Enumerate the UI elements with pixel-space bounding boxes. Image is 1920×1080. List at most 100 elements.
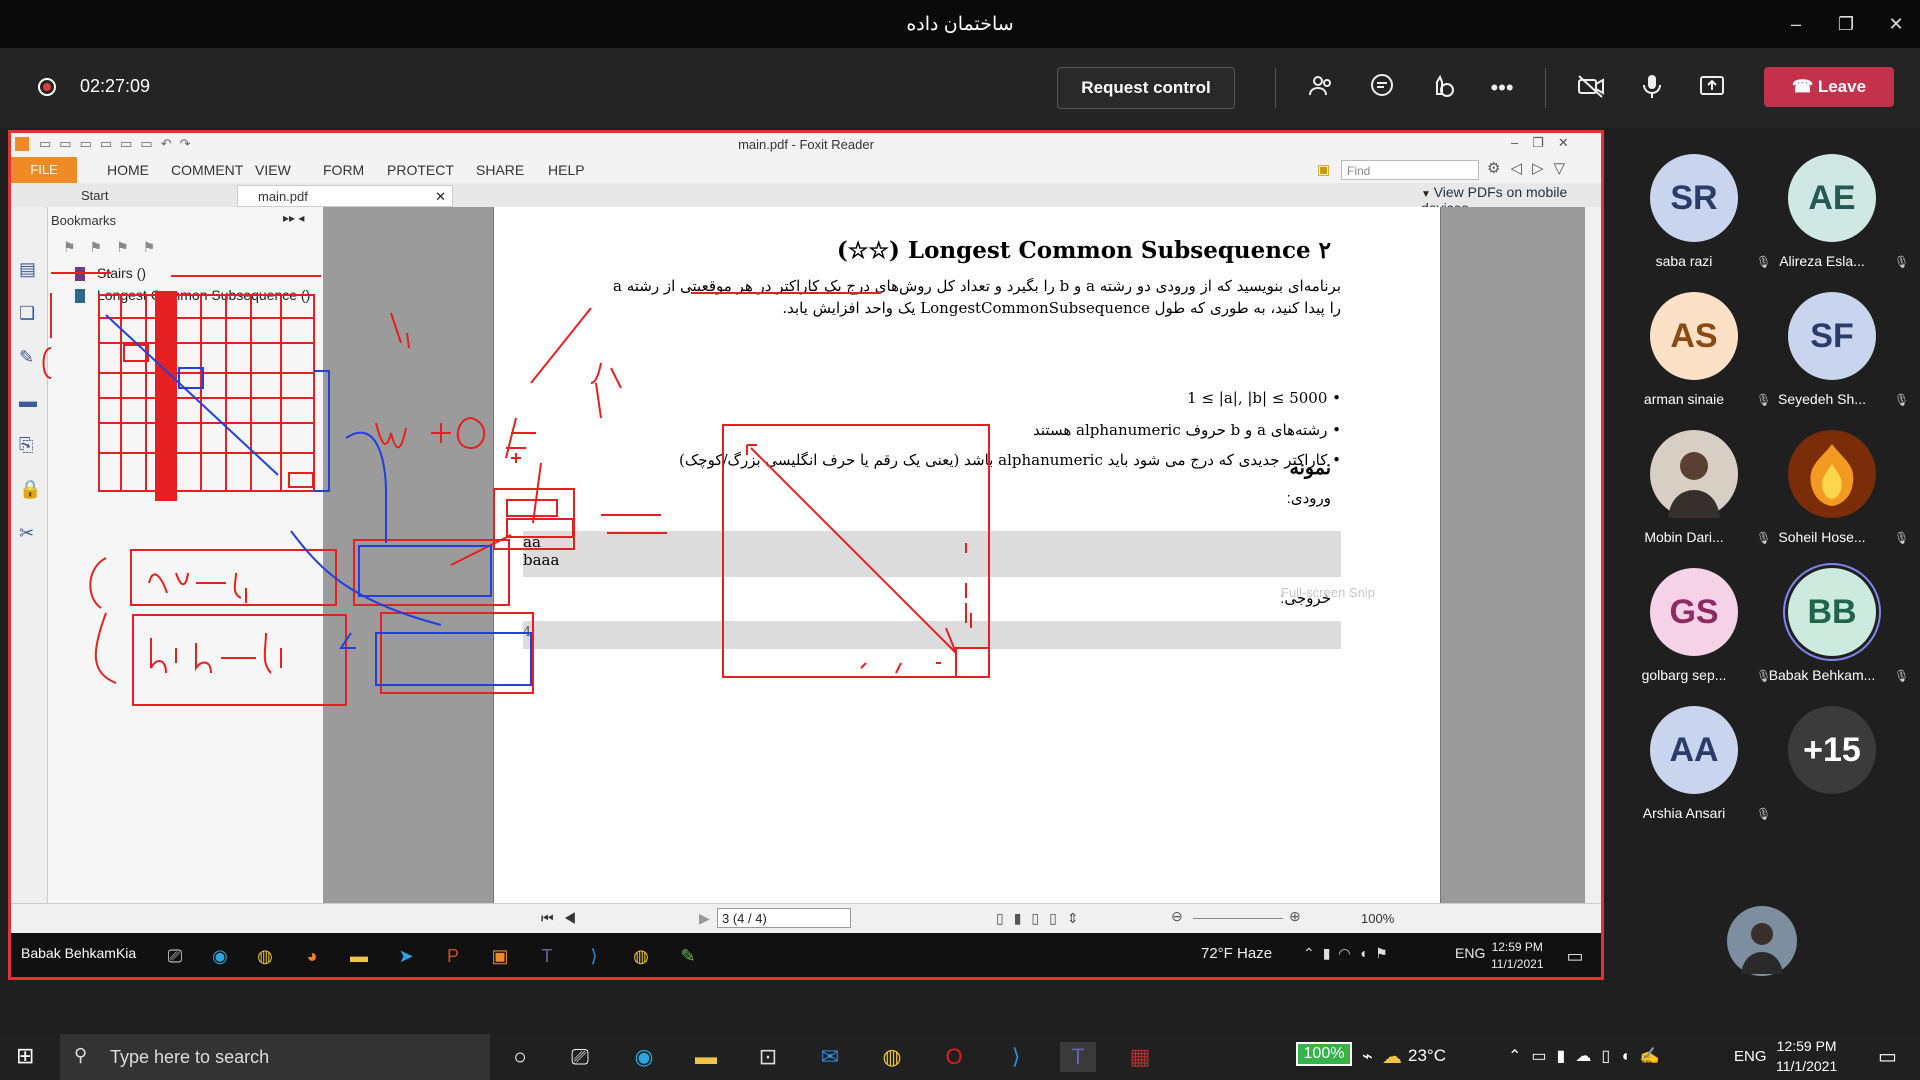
avatar: +15 — [1788, 706, 1876, 794]
participants-icon[interactable] — [1305, 72, 1337, 104]
ink-highlight-column — [155, 291, 177, 501]
plug-icon: ⌁ — [1362, 1046, 1373, 1066]
system-tray-icons[interactable]: ⌃▮◠◖⚑ — [1303, 945, 1396, 962]
ink-annotations — [42, 272, 990, 706]
self-avatar[interactable] — [1727, 906, 1797, 976]
share-screen-icon[interactable] — [1696, 72, 1728, 104]
ink-diagonal — [105, 314, 279, 476]
notepad-icon[interactable]: ✎ — [674, 943, 702, 969]
page-number-input[interactable]: 3 (4 / 4) — [717, 908, 851, 928]
edge-icon[interactable]: ◉ — [206, 943, 234, 969]
battery-indicator[interactable]: 100% — [1296, 1042, 1352, 1066]
phone-icon: ☎ — [1791, 77, 1818, 96]
divider — [1275, 68, 1276, 108]
mail-icon[interactable]: ✉ — [812, 1042, 848, 1072]
recording-icon — [38, 78, 56, 96]
notifications-icon[interactable]: ▭ — [1561, 943, 1589, 969]
avatar: GS — [1650, 568, 1738, 656]
file-explorer-icon[interactable]: ▬ — [688, 1042, 724, 1072]
participant-name: arman sinaie — [1643, 391, 1725, 407]
system-tray-icons[interactable]: ⌃▭▮☁▯◖✍ — [1508, 1046, 1670, 1066]
temperature[interactable]: 23°C — [1408, 1046, 1446, 1066]
participant-name: Babak Behkam... — [1768, 667, 1876, 683]
opera-icon[interactable]: O — [936, 1042, 972, 1072]
view-mode-icons[interactable]: ▯▮▯▯⇕ — [996, 910, 1089, 927]
teams-icon[interactable]: T — [533, 943, 561, 969]
mic-muted-icon: 🎙 — [1756, 807, 1772, 821]
minimize-button[interactable]: – — [1776, 10, 1816, 38]
mic-muted-icon: 🎙 — [1894, 531, 1910, 545]
reactions-icon[interactable] — [1426, 72, 1458, 104]
powerpoint-icon[interactable]: P — [439, 943, 467, 969]
avatar: AA — [1650, 706, 1738, 794]
shared-screen: ▭▭▭▭▭▭↶↷ main.pdf - Foxit Reader –❐✕ HOM… — [8, 130, 1604, 980]
edge-icon[interactable]: ◉ — [626, 1042, 662, 1072]
clock[interactable]: 12:59 PM 11/1/2021 — [1491, 939, 1544, 973]
request-control-button[interactable]: Request control — [1057, 67, 1235, 109]
avatar: SR — [1650, 154, 1738, 242]
leave-button[interactable]: ☎ Leave — [1764, 67, 1894, 107]
weather-widget[interactable]: 72°F Haze — [1201, 945, 1272, 962]
firefox-icon[interactable]: ◕ — [298, 943, 326, 969]
weather-icon[interactable]: ☁ — [1382, 1044, 1402, 1069]
store-icon[interactable]: ⊡ — [750, 1042, 786, 1072]
foxit-taskbar-icon[interactable]: ▣ — [486, 943, 514, 969]
clock-time: 12:59 PM — [1491, 940, 1543, 954]
mic-muted-icon: 🎙 — [1894, 255, 1910, 269]
mic-muted-icon: 🎙 — [1894, 669, 1910, 683]
mic-icon[interactable] — [1636, 72, 1668, 104]
chat-icon[interactable] — [1366, 72, 1398, 104]
notifications-icon[interactable]: ▭ — [1878, 1044, 1897, 1069]
participant-name: Mobin Dari... — [1644, 529, 1724, 545]
chrome-icon-2[interactable]: ◍ — [627, 943, 655, 969]
vscode-icon[interactable]: ⟩ — [580, 943, 608, 969]
search-bar[interactable]: ⚲ Type here to search — [60, 1034, 490, 1080]
clock-time: 12:59 PM — [1776, 1038, 1837, 1054]
close-button[interactable]: ✕ — [1876, 10, 1916, 38]
language-indicator[interactable]: ENG — [1455, 945, 1485, 961]
teams-icon[interactable]: T — [1060, 1042, 1096, 1072]
presenter-name: Babak BehkamKia — [21, 945, 137, 961]
participant-name: Alireza Esla... — [1779, 253, 1865, 269]
avatar — [1650, 430, 1738, 518]
language-indicator[interactable]: ENG — [1734, 1048, 1767, 1065]
ink-lcs-diagram — [722, 424, 990, 678]
chrome-icon[interactable]: ◍ — [874, 1042, 910, 1072]
avatar: BB — [1788, 568, 1876, 656]
zoom-out-icon[interactable]: ⊖ — [1171, 908, 1183, 925]
camera-off-icon[interactable] — [1575, 72, 1607, 104]
clock-date: 11/1/2021 — [1491, 957, 1544, 971]
zoom-level[interactable]: 100% — [1361, 911, 1394, 926]
restore-button[interactable]: ❐ — [1826, 10, 1866, 38]
more-icon[interactable]: ••• — [1486, 72, 1518, 104]
file-explorer-icon[interactable]: ▬ — [345, 943, 373, 969]
divider — [1545, 68, 1546, 108]
participant-name: Arshia Ansari — [1642, 805, 1726, 821]
participant-name: saba razi — [1655, 253, 1713, 269]
meeting-timer: 02:27:09 — [80, 76, 151, 96]
winrar-icon[interactable]: ▦ — [1122, 1042, 1158, 1072]
participant-name: Soheil Hose... — [1778, 529, 1866, 545]
clock[interactable]: 12:59 PM 11/1/2021 — [1776, 1036, 1837, 1076]
clock-date: 11/1/2021 — [1776, 1058, 1838, 1074]
vscode-icon[interactable]: ⟩ — [998, 1042, 1034, 1072]
telegram-icon[interactable]: ➤ — [392, 943, 420, 969]
search-placeholder: Type here to search — [110, 1047, 270, 1067]
mic-muted-icon: 🎙 — [1894, 393, 1910, 407]
page-nav-arrows-icon[interactable]: ⏮◀ — [541, 910, 586, 927]
participant-name: Seyedeh Sh... — [1778, 391, 1866, 407]
task-view-icon[interactable]: ⎚ — [161, 943, 189, 969]
cortana-icon[interactable]: ○ — [502, 1042, 538, 1072]
window-title: ساختمان داده — [906, 14, 1014, 35]
avatar: AE — [1788, 154, 1876, 242]
window-title-bar: ساختمان داده – ❐ ✕ — [0, 0, 1920, 48]
task-view-icon[interactable]: ⎚ — [562, 1042, 598, 1072]
zoom-slider[interactable] — [1193, 918, 1283, 919]
zoom-in-icon[interactable]: ⊕ — [1289, 908, 1301, 925]
avatar: AS — [1650, 292, 1738, 380]
chrome-icon[interactable]: ◍ — [251, 943, 279, 969]
leave-label: Leave — [1817, 77, 1867, 96]
windows-start-icon[interactable]: ⊞ — [16, 1043, 34, 1069]
avatar — [1788, 430, 1876, 518]
participant-name: golbarg sep... — [1641, 667, 1727, 683]
